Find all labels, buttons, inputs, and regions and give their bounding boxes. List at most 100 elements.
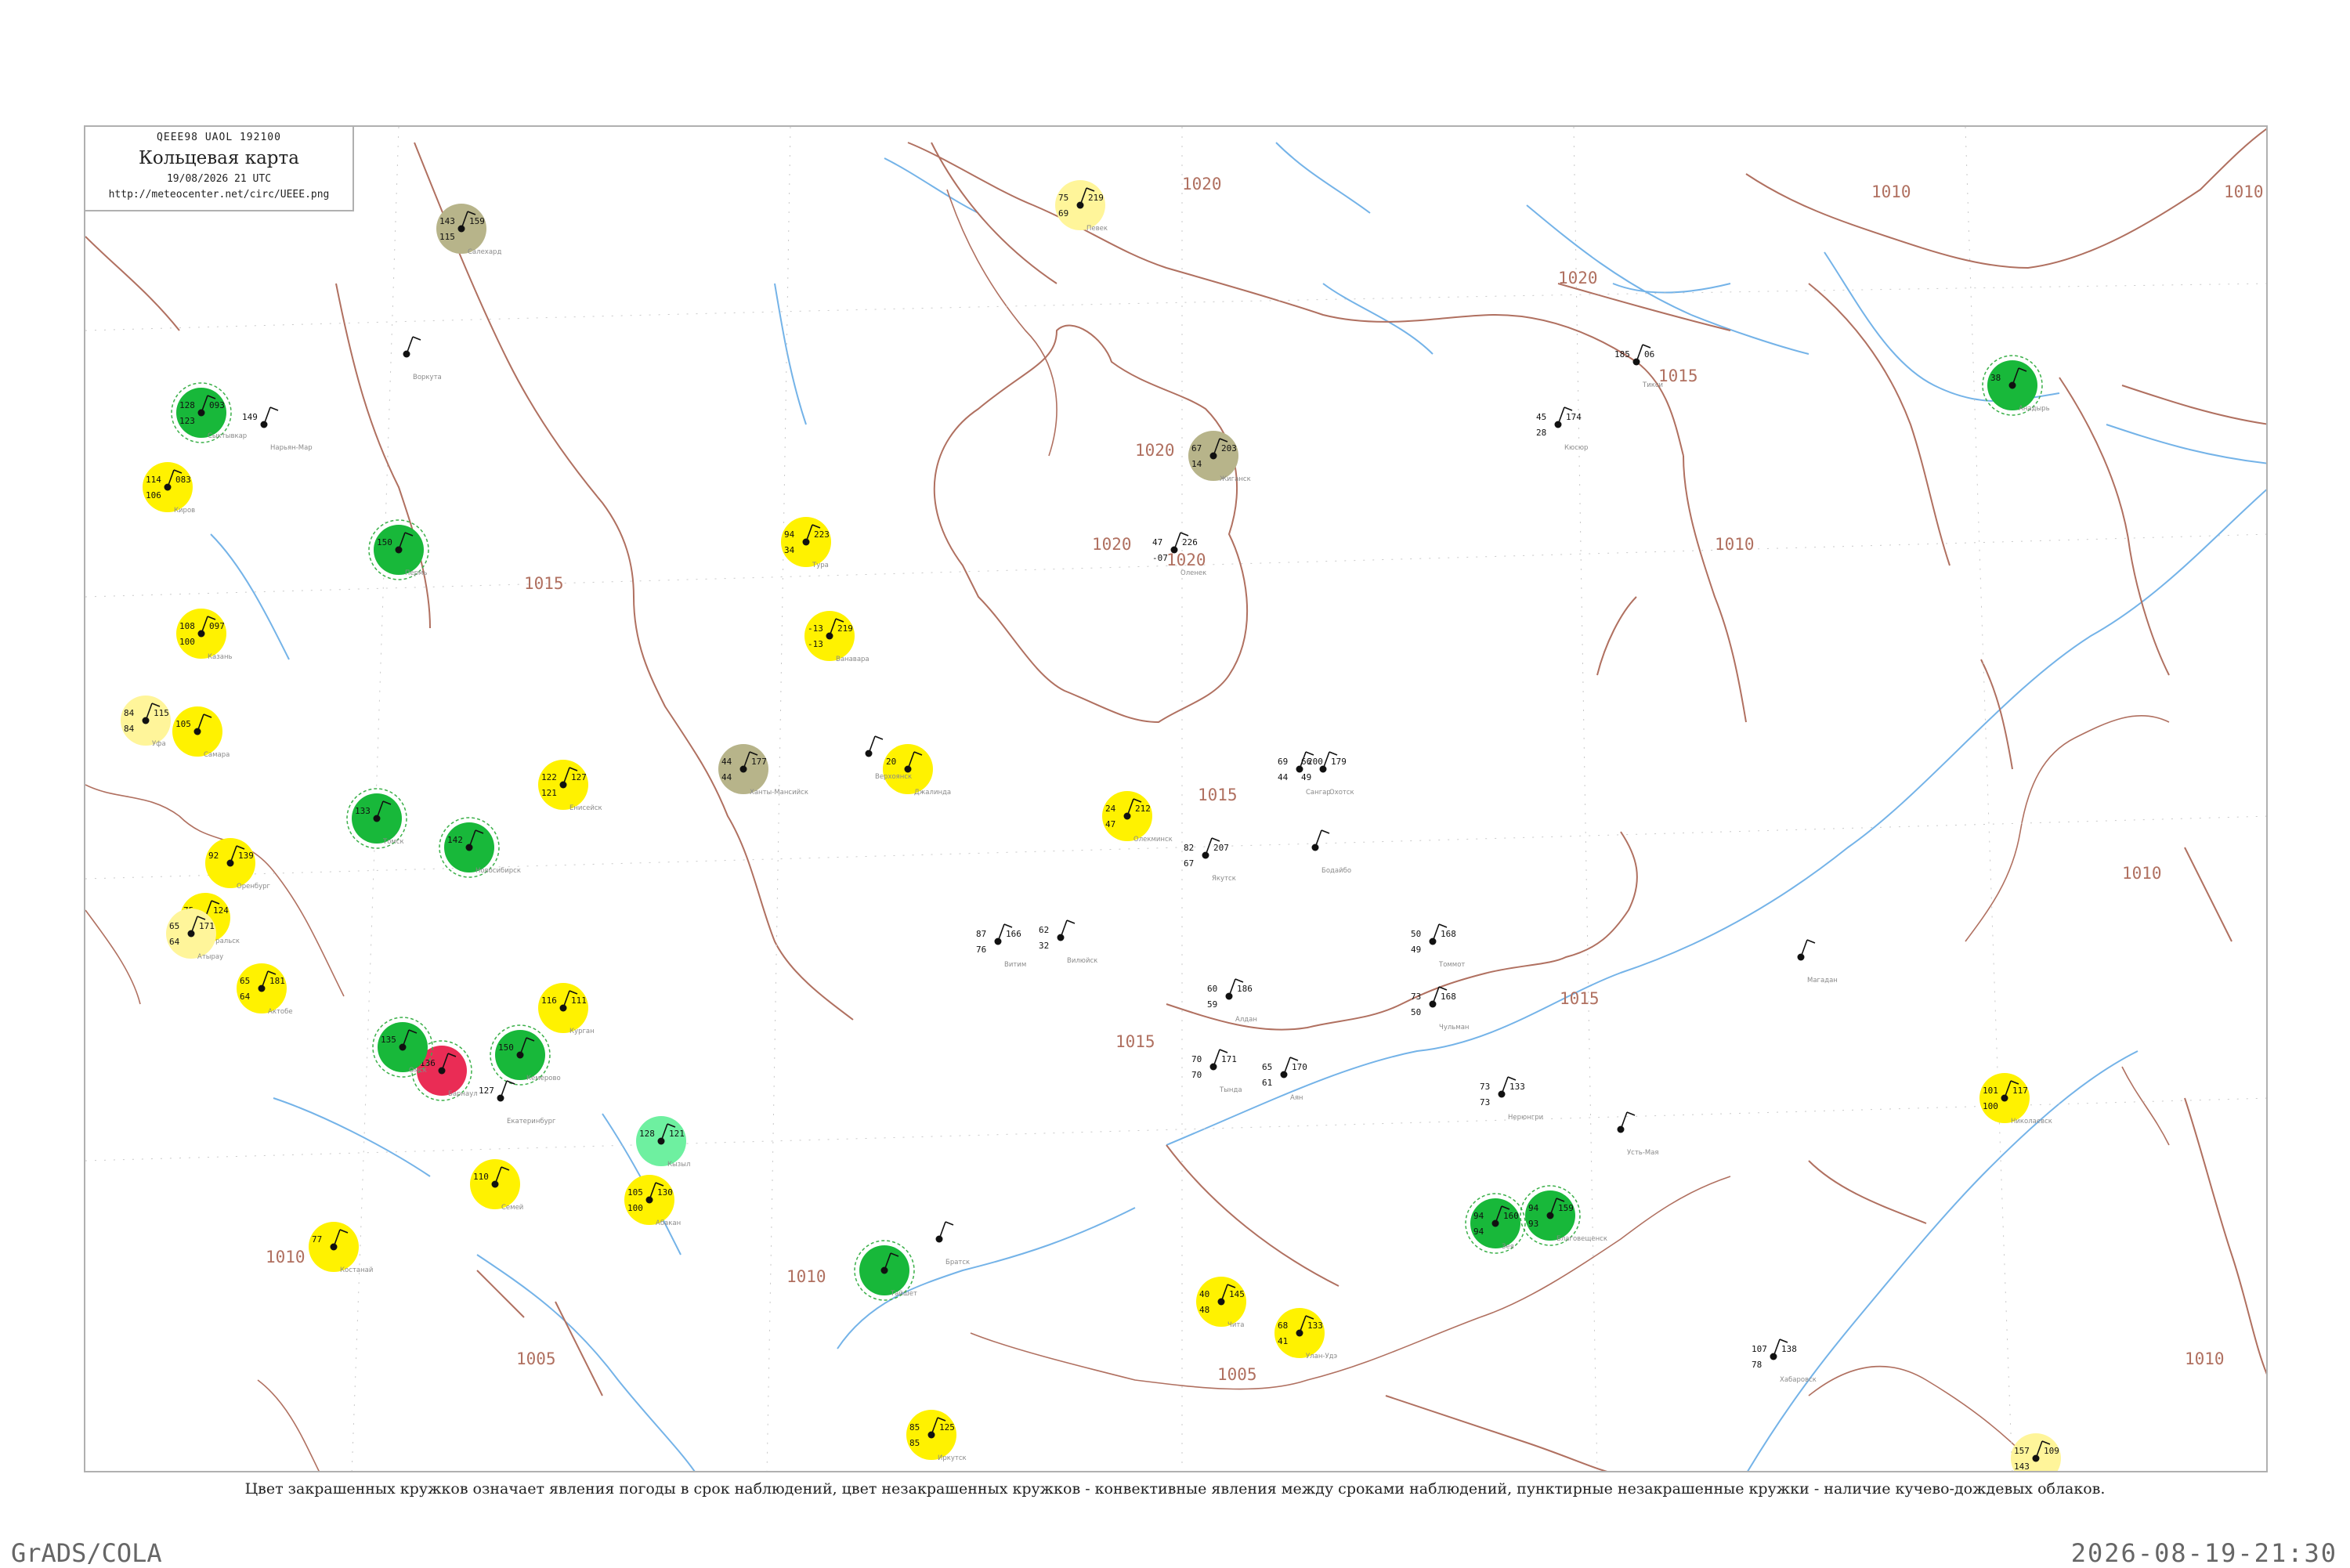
station-pressure: 171 — [199, 921, 215, 931]
wind-barb-feather — [1235, 978, 1244, 983]
station-plot[interactable]: 105 130 100 Абакан — [624, 1175, 681, 1227]
station-plot[interactable]: 77 Костанай — [309, 1222, 373, 1274]
station-temperature: -13 — [808, 623, 823, 634]
station-plot[interactable]: 75 219 69 Певек — [1055, 180, 1108, 233]
station-name: Олекминск — [1133, 836, 1173, 844]
station-dewpoint: 67 — [1184, 858, 1194, 869]
station-name: Оленек — [1180, 569, 1206, 577]
station-plot[interactable]: 101 117 100 Николаевск — [1979, 1073, 2052, 1125]
station-plot[interactable]: 73 168 50 Чульман — [1411, 986, 1469, 1031]
station-pressure: 166 — [1006, 929, 1021, 939]
station-plot[interactable]: 114 083 106 Киров — [143, 462, 195, 515]
station-plot[interactable]: 65 181 64 Актобе — [237, 963, 293, 1016]
station-name: Чульман — [1439, 1024, 1469, 1031]
station-plot[interactable]: 150 Пермь — [368, 519, 429, 580]
isobar-label: 1010 — [266, 1248, 306, 1266]
station-plot[interactable]: 92 139 Оренбург — [205, 838, 271, 891]
station-plot[interactable]: 50 168 49 Томмот — [1411, 923, 1465, 969]
station-pressure: 145 — [1229, 1289, 1245, 1299]
station-dewpoint: 48 — [1199, 1305, 1209, 1315]
station-plot[interactable]: 108 097 100 Казань — [176, 609, 233, 661]
station-plot[interactable]: 94 223 34 Тура — [781, 517, 831, 569]
station-plot[interactable]: 45 174 28 Кюсюр — [1536, 406, 1588, 452]
map-url[interactable]: http://meteocenter.net/circ/UEEE.png — [85, 189, 352, 201]
station-name: Салехард — [468, 248, 501, 256]
station-plot[interactable]: 44 177 44 Ханты-Мансийск — [718, 744, 808, 797]
wind-barb-feather — [269, 406, 279, 411]
station-plot[interactable]: 40 145 48 Чита — [1196, 1277, 1246, 1329]
station-plot[interactable]: 67 203 14 Жиганск — [1188, 431, 1251, 483]
station-plot[interactable]: -13 219 -13 Ванавара — [804, 611, 870, 663]
station-plot[interactable]: 127 Екатеринбург — [479, 1080, 556, 1125]
station-temperature: 62 — [1039, 925, 1049, 935]
station-name: Костанай — [340, 1266, 373, 1274]
station-name: Алдан — [1235, 1016, 1257, 1024]
station-plot[interactable]: 107 138 78 Хабаровск — [1752, 1339, 1817, 1384]
station-plot[interactable]: 116 111 Курган — [538, 983, 595, 1035]
station-plot[interactable]: 60 186 59 Алдан — [1207, 978, 1257, 1024]
wind-barb-feather — [1438, 986, 1448, 991]
station-plot[interactable]: 150 Кемерово — [490, 1024, 561, 1086]
station-pressure: 174 — [1566, 412, 1582, 422]
station-name: Бодайбо — [1321, 867, 1351, 875]
isobar-label: 1005 — [516, 1349, 556, 1368]
station-plot[interactable]: 20 Джалинда — [883, 744, 951, 797]
wind-barb — [500, 1080, 508, 1099]
station-plot[interactable]: Усть-Мая — [1617, 1111, 1659, 1157]
station-dewpoint: 100 — [627, 1203, 643, 1213]
station-plot[interactable]: 73 133 73 Нерюнгри — [1480, 1076, 1543, 1122]
wind-barb-feather — [1507, 1076, 1517, 1081]
station-plot[interactable]: 128 093 123 Сыктывкар — [171, 382, 247, 443]
station-plot[interactable]: Бодайбо — [1311, 829, 1352, 875]
wind-barb — [1620, 1111, 1628, 1130]
station-plot[interactable]: 70 171 70 Тында — [1191, 1049, 1242, 1094]
station-name: Актобе — [268, 1008, 293, 1016]
station-temperature: 24 — [1105, 804, 1116, 814]
station-dewpoint: 76 — [976, 945, 986, 955]
station-plot[interactable]: Магадан — [1797, 939, 1838, 985]
station-plot[interactable]: 143 159 115 Салехард — [436, 204, 501, 256]
station-plot[interactable]: 105 Самара — [172, 706, 230, 759]
station-plot[interactable]: Тайшет — [854, 1240, 917, 1301]
station-plot[interactable]: 68 133 41 Улан-Удэ — [1274, 1308, 1338, 1360]
station-name: Уральск — [212, 938, 240, 945]
station-plot[interactable]: 135 Омск — [372, 1017, 433, 1078]
station-plot[interactable]: 133 Томск — [346, 788, 407, 849]
station-plot[interactable]: 87 166 76 Витим — [976, 923, 1026, 969]
station-plot[interactable]: 149 Нарьян-Мар — [242, 406, 313, 452]
station-temperature: 150 — [498, 1042, 514, 1053]
station-dewpoint: 100 — [1983, 1101, 1998, 1111]
station-plot[interactable]: Братск — [935, 1221, 971, 1266]
station-plot[interactable]: 94 159 93 Благовещенск — [1520, 1185, 1607, 1246]
wind-barb-feather — [1066, 919, 1076, 924]
station-name: Новосибирск — [475, 867, 521, 875]
station-plot[interactable]: 24 212 47 Олекминск — [1102, 791, 1173, 844]
station-pressure: 177 — [751, 757, 767, 767]
station-name: Певек — [1086, 225, 1108, 233]
station-pressure: 207 — [1213, 843, 1229, 853]
station-plot[interactable]: 185 06 Тикси — [1614, 344, 1663, 389]
station-plot[interactable]: 110 Семей — [470, 1159, 523, 1212]
station-plot[interactable]: 84 115 84 Уфа — [121, 695, 171, 748]
station-temperature: 67 — [1191, 443, 1202, 453]
wind-barb — [1060, 919, 1068, 938]
station-plot[interactable]: 94 160 94 Зея — [1465, 1193, 1526, 1254]
station-temperature: 116 — [541, 995, 557, 1006]
station-plot[interactable]: 128 121 Кызыл — [636, 1116, 690, 1169]
station-plot[interactable]: 85 125 85 Иркутск — [906, 1410, 967, 1462]
wind-barb — [1800, 939, 1808, 958]
station-temperature: 114 — [146, 475, 161, 485]
station-plot[interactable]: 38 Анадырь — [1982, 355, 2050, 416]
station-plot[interactable]: 62 32 Вилюйск — [1039, 919, 1097, 965]
station-plot[interactable]: 82 207 67 Якутск — [1184, 837, 1236, 883]
wind-barb — [1213, 1049, 1220, 1068]
station-name: Казань — [208, 653, 233, 661]
station-temperature: 150 — [377, 537, 392, 547]
station-plot[interactable]: 122 127 121 Енисейск — [538, 760, 602, 812]
station-plot[interactable]: 142 Новосибирск — [439, 817, 521, 878]
station-plot[interactable]: Воркута — [403, 336, 442, 381]
wind-barb — [1636, 344, 1643, 363]
station-dewpoint: 70 — [1191, 1070, 1202, 1080]
station-dewpoint: 44 — [1278, 772, 1289, 782]
station-plot[interactable]: 157109143Владивосток — [2011, 1433, 2088, 1472]
